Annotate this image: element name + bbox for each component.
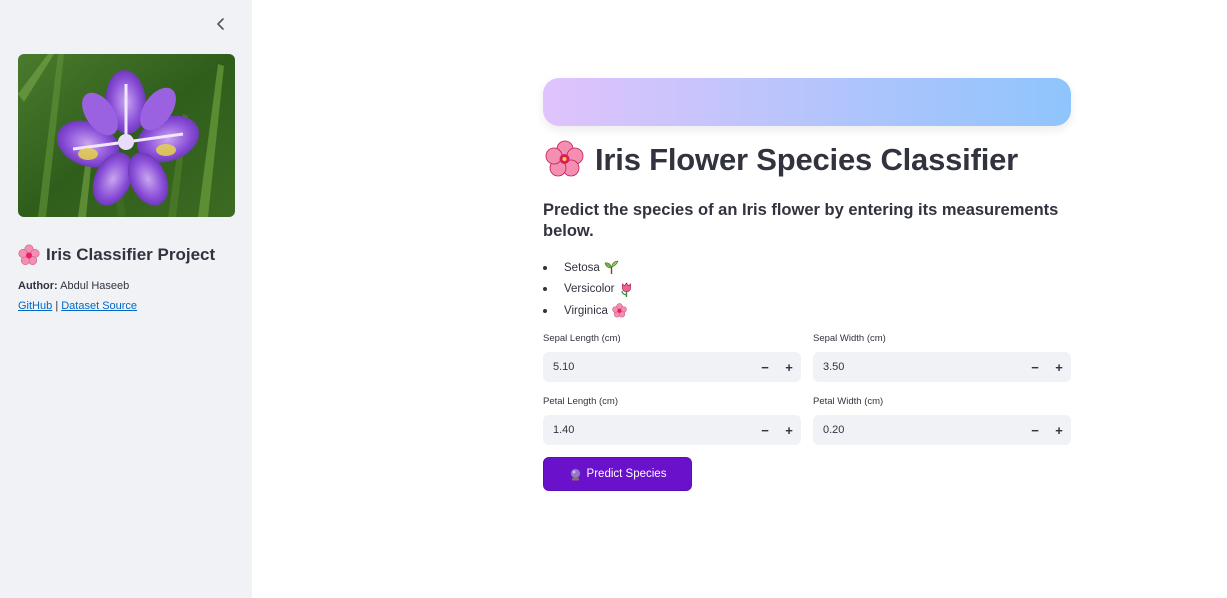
decrement-button[interactable]: − [753, 352, 777, 382]
collapse-sidebar-button[interactable] [212, 15, 230, 33]
sepal-length-input: 5.10 − + [543, 352, 801, 382]
sepal-length-value[interactable]: 5.10 [543, 361, 753, 373]
petal-length-value[interactable]: 1.40 [543, 424, 753, 436]
sepal-length-label: Sepal Length (cm) [543, 333, 621, 344]
iris-flower-image [18, 54, 235, 217]
sepal-width-input: 3.50 − + [813, 352, 1071, 382]
decrement-button[interactable]: − [753, 415, 777, 445]
petal-width-value[interactable]: 0.20 [813, 424, 1023, 436]
cherry-blossom-icon [18, 244, 40, 265]
hibiscus-icon [545, 140, 584, 177]
cherry-blossom-icon [612, 303, 627, 318]
author-label: Author: [18, 280, 58, 292]
decrement-button[interactable]: − [1023, 415, 1047, 445]
species-list: Setosa Versicolor Virginica [543, 257, 634, 322]
increment-button[interactable]: + [1047, 352, 1071, 382]
github-link[interactable]: GitHub [18, 300, 52, 312]
sidebar-links: GitHub | Dataset Source [18, 300, 137, 312]
species-name: Setosa [564, 261, 600, 274]
project-title-text: Iris Classifier Project [46, 245, 216, 264]
sidebar: Iris Classifier Project Author: Abdul Ha… [0, 0, 252, 598]
author-line: Author: Abdul Haseeb [18, 280, 129, 292]
predict-species-button[interactable]: Predict Species [543, 457, 692, 491]
petal-width-input: 0.20 − + [813, 415, 1071, 445]
species-name: Versicolor [564, 283, 615, 296]
page-subtitle: Predict the species of an Iris flower by… [543, 201, 1059, 240]
list-item: Setosa [543, 257, 634, 279]
page-title: Iris Flower Species Classifier [543, 140, 1018, 180]
author-name: Abdul Haseeb [60, 280, 130, 292]
dataset-source-link[interactable]: Dataset Source [61, 300, 137, 312]
sepal-width-value[interactable]: 3.50 [813, 361, 1023, 373]
page-title-text: Iris Flower Species Classifier [595, 142, 1019, 177]
crystal-ball-icon [569, 467, 581, 480]
increment-button[interactable]: + [1047, 415, 1071, 445]
tulip-icon [619, 282, 634, 297]
list-item: Versicolor [543, 279, 634, 301]
gradient-banner [543, 78, 1071, 126]
link-separator: | [55, 300, 59, 312]
species-name: Virginica [564, 304, 608, 317]
project-title: Iris Classifier Project [18, 244, 215, 266]
increment-button[interactable]: + [777, 352, 801, 382]
petal-length-input: 1.40 − + [543, 415, 801, 445]
predict-button-label: Predict Species [586, 468, 667, 480]
petal-length-label: Petal Length (cm) [543, 396, 618, 407]
petal-width-label: Petal Width (cm) [813, 396, 884, 407]
increment-button[interactable]: + [777, 415, 801, 445]
sepal-width-label: Sepal Width (cm) [813, 333, 886, 344]
decrement-button[interactable]: − [1023, 352, 1047, 382]
seedling-icon [604, 260, 619, 275]
list-item: Virginica [543, 300, 634, 322]
chevron-left-icon [217, 18, 224, 30]
